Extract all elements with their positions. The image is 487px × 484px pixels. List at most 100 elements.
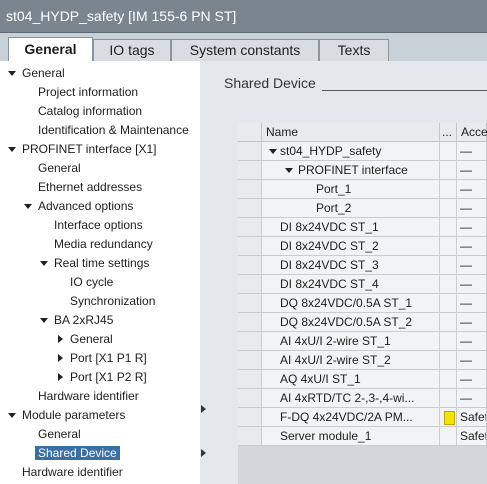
tab-general[interactable]: General: [8, 37, 93, 61]
collapse-arrow-icon[interactable]: [8, 147, 16, 152]
collapse-arrow-icon[interactable]: [285, 168, 293, 173]
column-header-indicator[interactable]: ...: [440, 123, 457, 142]
tree-item-hardware-identifier[interactable]: Hardware identifier: [38, 387, 139, 406]
scroll-right-arrow-icon[interactable]: [201, 449, 206, 457]
row-name: AI 4xRTD/TC 2-,3-,4-wi...: [280, 391, 415, 405]
tab-system-constants[interactable]: System constants: [171, 39, 319, 61]
tree-item-port-x1-p1-r[interactable]: Port [X1 P1 R]: [58, 349, 147, 368]
tree-item-ethernet-addresses[interactable]: Ethernet addresses: [38, 178, 142, 197]
tree-item-synchronization[interactable]: Synchronization: [70, 292, 155, 311]
row-access[interactable]: —: [457, 294, 487, 313]
tree-item-module-parameters[interactable]: Module parameters: [8, 406, 125, 425]
warning-indicator-icon: [444, 411, 455, 425]
table-row[interactable]: Port_1 —: [238, 180, 487, 199]
table-row[interactable]: DI 8x24VDC ST_3 —: [238, 256, 487, 275]
tree-item-profinet-general[interactable]: General: [38, 159, 81, 178]
row-access[interactable]: —: [457, 351, 487, 370]
row-name: F-DQ 4x24VDC/2A PM...: [280, 410, 413, 424]
row-name: DI 8x24VDC ST_2: [280, 239, 379, 253]
column-header-index: [238, 123, 262, 142]
collapse-arrow-icon[interactable]: [24, 204, 32, 209]
navigation-tree: General Project information Catalog info…: [0, 61, 200, 484]
collapse-arrow-icon[interactable]: [40, 318, 48, 323]
row-name: AQ 4xU/I ST_1: [280, 372, 361, 386]
row-name: st04_HYDP_safety: [280, 144, 382, 158]
tree-scrollbar[interactable]: [200, 61, 208, 484]
row-access[interactable]: —: [457, 180, 487, 199]
row-access[interactable]: —: [457, 142, 487, 161]
tree-item-general[interactable]: General: [8, 64, 65, 83]
tree-item-shared-device[interactable]: Shared Device: [35, 444, 120, 463]
row-access[interactable]: —: [457, 313, 487, 332]
row-name: Port_1: [316, 182, 352, 196]
row-access[interactable]: —: [457, 256, 487, 275]
tab-strip: General IO tags System constants Texts: [0, 33, 487, 61]
row-name: Server module_1: [280, 429, 372, 443]
tree-item-ba-general[interactable]: General: [58, 330, 113, 349]
table-row[interactable]: st04_HYDP_safety —: [238, 142, 487, 161]
scroll-left-arrow-icon[interactable]: [201, 405, 206, 413]
row-access[interactable]: —: [457, 237, 487, 256]
table-row[interactable]: Server module_1 Safet...: [238, 427, 487, 446]
shared-device-table: Name ... Access st04_HYDP_safety — PROFI…: [238, 123, 487, 484]
expand-arrow-icon[interactable]: [58, 354, 63, 362]
row-name: PROFINET interface: [298, 163, 408, 177]
row-access[interactable]: —: [457, 218, 487, 237]
row-name: DI 8x24VDC ST_3: [280, 258, 379, 272]
table-row[interactable]: AI 4xU/I 2-wire ST_1 —: [238, 332, 487, 351]
tree-item-identification-maintenance[interactable]: Identification & Maintenance: [38, 121, 189, 140]
section-divider: [322, 90, 487, 91]
expand-arrow-icon[interactable]: [58, 335, 63, 343]
tree-item-module-general[interactable]: General: [38, 425, 81, 444]
collapse-arrow-icon[interactable]: [40, 261, 48, 266]
table-row[interactable]: DQ 8x24VDC/0.5A ST_1 —: [238, 294, 487, 313]
table-row[interactable]: PROFINET interface —: [238, 161, 487, 180]
row-name: Port_2: [316, 201, 352, 215]
tree-item-ba-2xrj45[interactable]: BA 2xRJ45: [40, 311, 113, 330]
table-row[interactable]: DI 8x24VDC ST_1 —: [238, 218, 487, 237]
table-row[interactable]: DI 8x24VDC ST_4 —: [238, 275, 487, 294]
column-header-access[interactable]: Access: [457, 123, 487, 142]
row-name: AI 4xU/I 2-wire ST_1: [280, 334, 391, 348]
row-access[interactable]: —: [457, 275, 487, 294]
row-access[interactable]: —: [457, 389, 487, 408]
row-access[interactable]: —: [457, 199, 487, 218]
collapse-arrow-icon[interactable]: [8, 71, 16, 76]
row-access[interactable]: —: [457, 161, 487, 180]
row-access[interactable]: Safet...: [457, 427, 487, 446]
table-row[interactable]: DI 8x24VDC ST_2 —: [238, 237, 487, 256]
section-title: Shared Device: [224, 75, 316, 91]
collapse-arrow-icon[interactable]: [269, 149, 277, 154]
tree-item-port-x1-p2-r[interactable]: Port [X1 P2 R]: [58, 368, 147, 387]
tree-item-io-cycle[interactable]: IO cycle: [70, 273, 113, 292]
row-name: DI 8x24VDC ST_1: [280, 220, 379, 234]
row-name: DQ 8x24VDC/0.5A ST_1: [280, 296, 413, 310]
table-row[interactable]: Port_2 —: [238, 199, 487, 218]
collapse-arrow-icon[interactable]: [8, 413, 16, 418]
tree-item-profinet-interface[interactable]: PROFINET interface [X1]: [8, 140, 157, 159]
row-access[interactable]: —: [457, 370, 487, 389]
properties-panel: Shared Device Name ... Access st04_HYDP_…: [208, 61, 487, 484]
row-name: DI 8x24VDC ST_4: [280, 277, 379, 291]
tree-item-project-information[interactable]: Project information: [38, 83, 138, 102]
row-access[interactable]: Safet...: [457, 408, 487, 427]
tree-item-interface-options[interactable]: Interface options: [54, 216, 143, 235]
table-row[interactable]: AQ 4xU/I ST_1 —: [238, 370, 487, 389]
column-header-name[interactable]: Name: [262, 123, 440, 142]
table-row[interactable]: DQ 8x24VDC/0.5A ST_2 —: [238, 313, 487, 332]
tree-item-advanced-options[interactable]: Advanced options: [24, 197, 133, 216]
table-row[interactable]: AI 4xU/I 2-wire ST_2 —: [238, 351, 487, 370]
tree-item-hardware-identifier-2[interactable]: Hardware identifier: [22, 463, 123, 482]
window-title: st04_HYDP_safety [IM 155-6 PN ST]: [0, 0, 487, 33]
tree-item-catalog-information[interactable]: Catalog information: [38, 102, 142, 121]
expand-arrow-icon[interactable]: [58, 373, 63, 381]
table-row[interactable]: F-DQ 4x24VDC/2A PM... Safet...: [238, 408, 487, 427]
table-row[interactable]: AI 4xRTD/TC 2-,3-,4-wi... —: [238, 389, 487, 408]
row-name: AI 4xU/I 2-wire ST_2: [280, 353, 391, 367]
tree-item-media-redundancy[interactable]: Media redundancy: [54, 235, 153, 254]
row-access[interactable]: —: [457, 332, 487, 351]
row-name: DQ 8x24VDC/0.5A ST_2: [280, 315, 413, 329]
tree-item-real-time-settings[interactable]: Real time settings: [40, 254, 149, 273]
tab-texts[interactable]: Texts: [319, 39, 389, 61]
tab-io-tags[interactable]: IO tags: [93, 39, 171, 61]
